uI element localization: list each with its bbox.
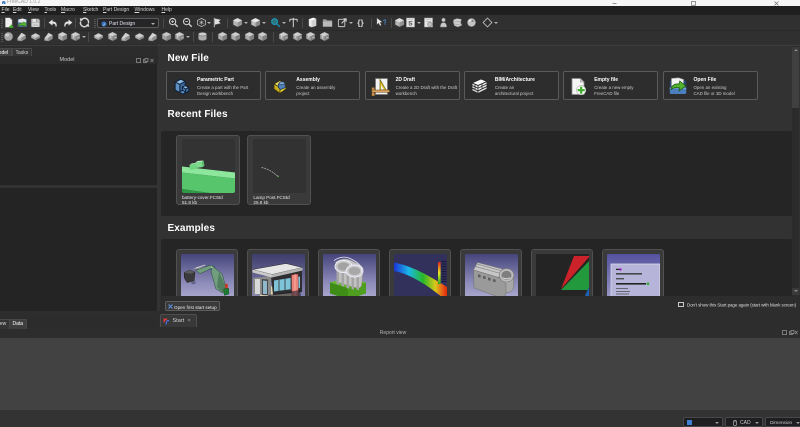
svg-text:?: ?: [383, 17, 386, 26]
svg-text:{}: {}: [357, 18, 364, 27]
svg-text:S: S: [408, 21, 413, 28]
